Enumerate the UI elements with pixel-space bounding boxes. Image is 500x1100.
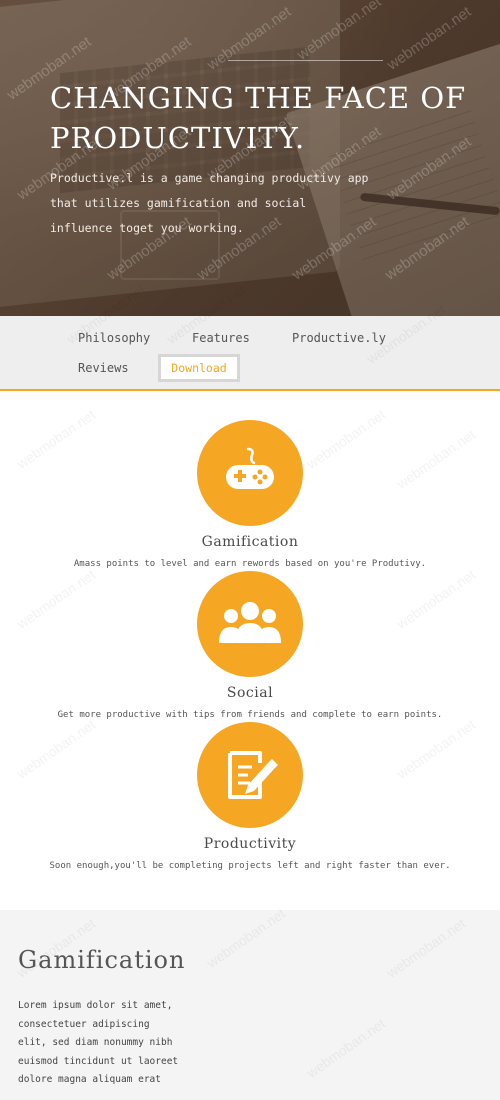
nav-item-reviews[interactable]: Reviews — [78, 355, 129, 381]
gamepad-icon — [226, 447, 274, 489]
watermark: webmoban.net — [303, 1015, 389, 1081]
feature-title: Social — [226, 685, 274, 701]
feature-title: Productivity — [203, 836, 297, 852]
section-body: Lorem ipsum dolor sit amet, consectetuer… — [18, 1000, 179, 1085]
hero-overlay — [0, 0, 500, 316]
watermark: webmoban.net — [13, 716, 99, 782]
section-heading: Gamification — [18, 946, 186, 974]
feature-description: Soon enough,you'll be completing project… — [49, 861, 451, 871]
watermark: webmoban.net — [393, 566, 479, 632]
hero-banner: CHANGING THE FACE OF PRODUCTIVITY. Produ… — [0, 0, 500, 316]
watermark: webmoban.net — [203, 905, 289, 971]
gamification-section: webmoban.net webmoban.net webmoban.net w… — [0, 905, 500, 1100]
people-icon-circle — [197, 571, 303, 677]
edit-document-icon-circle — [197, 722, 303, 828]
watermark: webmoban.net — [383, 915, 469, 981]
watermark: webmoban.net — [393, 426, 479, 492]
nav-item-features[interactable]: Features — [192, 325, 250, 351]
watermark: webmoban.net — [303, 406, 389, 472]
features-section: webmoban.net webmoban.net webmoban.net w… — [0, 391, 500, 910]
watermark: webmoban.net — [393, 716, 479, 782]
people-icon — [219, 602, 281, 643]
download-button[interactable]: Download — [158, 354, 240, 382]
edit-document-icon — [228, 751, 278, 799]
hero-divider — [228, 60, 383, 61]
nav-item-philosophy[interactable]: Philosophy — [78, 325, 150, 351]
feature-description: Get more productive with tips from frien… — [57, 710, 443, 720]
main-nav: Philosophy Features Productive.ly Review… — [0, 281, 500, 391]
watermark: webmoban.net — [13, 406, 99, 472]
feature-title: Gamification — [201, 534, 299, 550]
nav-item-productively[interactable]: Productive.ly — [292, 325, 386, 351]
watermark: webmoban.net — [13, 566, 99, 632]
hero-title: CHANGING THE FACE OF PRODUCTIVITY. — [50, 81, 467, 155]
gamepad-icon-circle — [197, 420, 303, 526]
feature-description: Amass points to level and earn rewords b… — [73, 559, 427, 569]
hero-subtitle: Productive.l is a game changing producti… — [50, 171, 369, 235]
